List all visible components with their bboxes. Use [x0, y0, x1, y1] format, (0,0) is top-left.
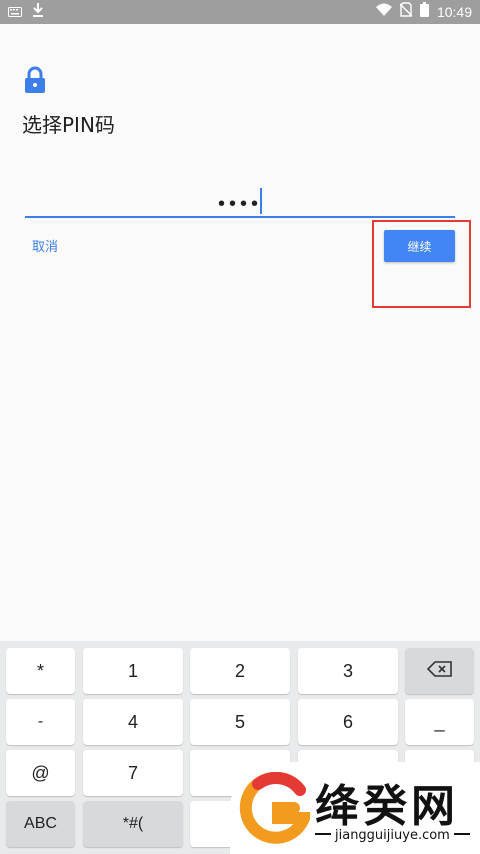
key-abc[interactable]: ABC — [6, 801, 75, 847]
key-dash[interactable]: - — [6, 699, 75, 745]
key-star[interactable]: * — [6, 648, 75, 694]
status-time: 10:49 — [436, 4, 472, 20]
pin-input[interactable]: •••• — [25, 184, 455, 218]
pin-value: •••• — [217, 193, 262, 215]
watermark: 绛癸网 jiangguijiuye.com — [230, 762, 480, 854]
key-6[interactable]: 6 — [298, 699, 398, 745]
key-2[interactable]: 2 — [190, 648, 290, 694]
backspace-key[interactable] — [405, 648, 474, 694]
g-logo-icon — [238, 771, 313, 853]
key-7[interactable]: 7 — [83, 750, 183, 796]
key-underscore[interactable]: _ — [405, 699, 474, 745]
key-at[interactable]: @ — [6, 750, 75, 796]
pin-setup-screen: 选择PIN码 •••• 取消 继续 — [0, 24, 480, 641]
page-title: 选择PIN码 — [22, 113, 115, 137]
status-bar: 10:49 — [0, 0, 480, 24]
cancel-button[interactable]: 取消 — [32, 236, 58, 255]
wifi-icon — [375, 3, 392, 21]
download-icon — [32, 3, 44, 22]
battery-icon — [419, 2, 429, 22]
lock-icon — [24, 66, 46, 99]
key-symbols[interactable]: *#( — [83, 801, 183, 847]
key-3[interactable]: 3 — [298, 648, 398, 694]
key-5[interactable]: 5 — [190, 699, 290, 745]
key-1[interactable]: 1 — [83, 648, 183, 694]
watermark-subtext: jiangguijiuye.com — [315, 828, 470, 843]
backspace-icon — [426, 660, 453, 682]
keyboard-icon — [8, 4, 22, 22]
watermark-text: 绛癸网 — [315, 781, 459, 832]
text-cursor — [260, 188, 262, 214]
highlight-box — [372, 220, 471, 308]
key-4[interactable]: 4 — [83, 699, 183, 745]
no-sim-icon — [399, 2, 413, 22]
